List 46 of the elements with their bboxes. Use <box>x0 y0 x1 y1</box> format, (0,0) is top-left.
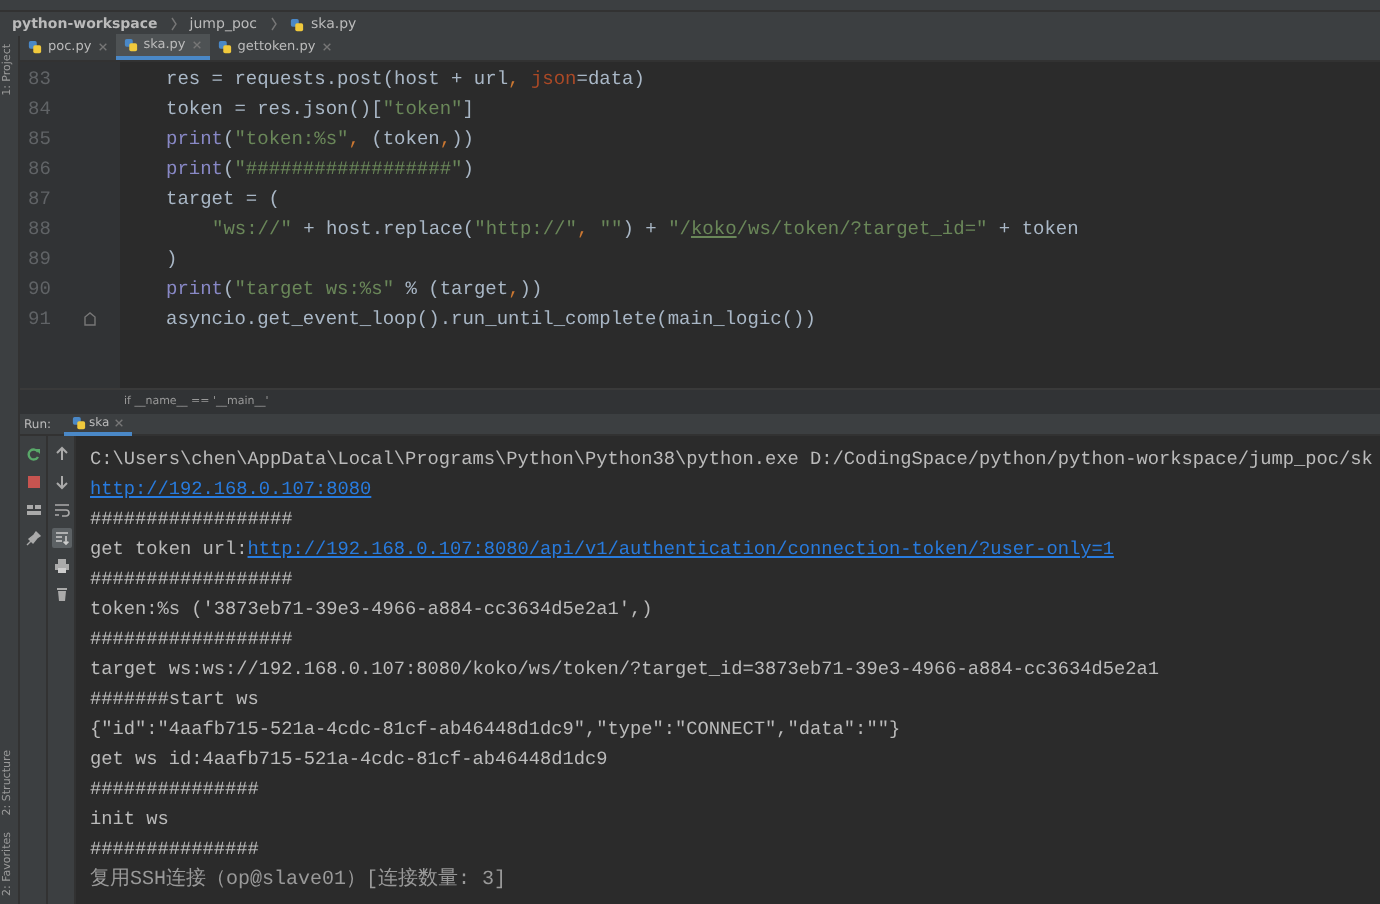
up-arrow-icon[interactable] <box>51 444 71 464</box>
layout-icon[interactable] <box>23 500 43 520</box>
console-line: ################## <box>90 568 293 590</box>
python-file-icon <box>123 38 138 52</box>
console-line: ############### <box>90 778 259 800</box>
code-line: asyncio.get_event_loop().run_until_complete(main_logic()) <box>166 306 816 334</box>
chevron-icon <box>269 16 278 32</box>
python-file-icon <box>71 415 86 429</box>
code-line: print("token:%s", (token,)) <box>166 126 474 154</box>
code-line: "ws://" + host.replace("http://", "") + "/koko/ws/token/?target_id=" + token <box>210 216 1079 244</box>
code-line: token = res.json()["token"] <box>166 96 474 124</box>
console-line: ################## <box>90 508 293 530</box>
console-line: {"id":"4aafb715-521a-4cdc-81cf-ab46448d1dc9","type":"CONNECT","data":""} <box>90 718 901 740</box>
console-line: #######start ws <box>90 688 259 710</box>
code-line: print("target ws:%s" % (target,)) <box>166 276 543 304</box>
close-icon[interactable] <box>113 417 124 427</box>
code-line: target = ( <box>166 186 281 214</box>
console-link[interactable]: http://192.168.0.107:8080 <box>90 478 372 500</box>
stop-icon[interactable] <box>23 472 43 492</box>
python-file-icon <box>28 40 42 54</box>
down-arrow-icon[interactable] <box>51 472 71 492</box>
code-line: ) <box>166 246 178 274</box>
code-line: res = requests.post(host + url, json=data) <box>166 66 645 94</box>
pin-icon[interactable] <box>23 528 43 548</box>
console-line: target ws:ws://192.168.0.107:8080/koko/ws/token/?target_id=3873eb71-39e3-4966-a884-cc3634d5e2a1 <box>90 658 1159 680</box>
python-file-icon <box>289 17 304 31</box>
rerun-icon[interactable] <box>23 444 43 464</box>
console-line: token:%s ('3873eb71-39e3-4966-a884-cc3634d5e2a1',) <box>90 598 653 620</box>
console-line: 复用SSH连接（op@slave01）[连接数量: 3] <box>90 868 507 890</box>
soft-wrap-icon[interactable] <box>51 500 71 520</box>
python-file-icon <box>217 40 232 54</box>
close-icon[interactable] <box>321 42 332 52</box>
console-line: ############### <box>90 838 259 860</box>
console-line: init ws <box>90 808 169 830</box>
code-line: print("##################") <box>166 156 474 184</box>
console-line: ################## <box>90 628 293 650</box>
close-icon[interactable] <box>97 42 108 52</box>
chevron-icon <box>169 16 178 32</box>
scroll-to-end-icon[interactable] <box>51 528 71 548</box>
fold-icon[interactable] <box>84 312 96 326</box>
console-text: get token url: <box>90 538 248 560</box>
console-line: get ws id:4aafb715-521a-4cdc-81cf-ab46448d1dc9 <box>90 748 608 770</box>
trash-icon[interactable] <box>51 584 71 604</box>
print-icon[interactable] <box>51 556 71 576</box>
console-line: C:\Users\chen\AppData\Local\Programs\Python\Python38\python.exe D:/CodingSpace/python/python-workspace/jump_poc/sk <box>90 448 1373 470</box>
console-link[interactable]: http://192.168.0.107:8080/api/v1/authentication/connection-token/?user-only=1 <box>247 538 1114 560</box>
